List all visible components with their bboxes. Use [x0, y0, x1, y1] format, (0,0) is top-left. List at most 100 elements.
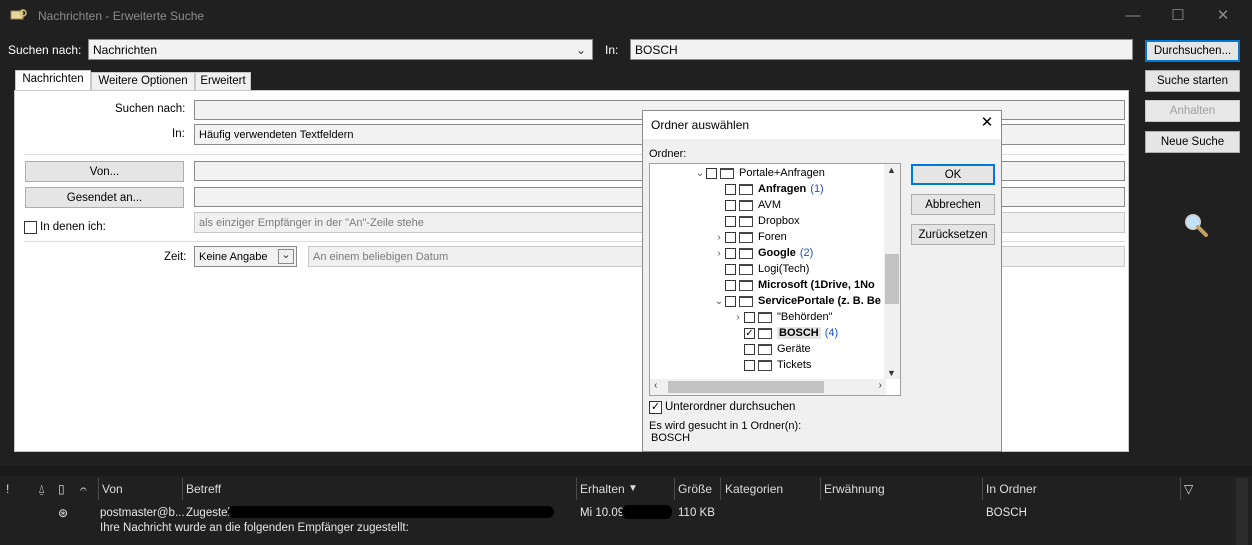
folder-name: Tickets	[777, 359, 812, 371]
subfolders-checkbox[interactable]: ✓	[649, 401, 662, 414]
tab-weitere-optionen[interactable]: Weitere Optionen	[91, 72, 195, 91]
folder-icon	[739, 231, 753, 243]
search-status: Es wird gesucht in 1 Ordner(n):	[649, 420, 802, 432]
folder-checkbox[interactable]	[725, 263, 736, 275]
chevron-down-icon: ⌄	[278, 249, 294, 264]
ok-button[interactable]: OK	[911, 164, 995, 185]
folder-checkbox[interactable]	[725, 247, 736, 259]
folder-item[interactable]: Anfragen (1)	[713, 181, 824, 197]
scroll-up-icon[interactable]: ▲	[887, 165, 896, 175]
chevron-down-icon[interactable]: ⌄	[694, 168, 706, 179]
document-icon[interactable]: ▯	[58, 482, 65, 496]
scroll-thumb[interactable]	[668, 381, 824, 393]
folder-item[interactable]: Tickets	[732, 357, 811, 373]
col-size[interactable]: Größe	[678, 482, 712, 496]
attachment-icon[interactable]: 𝄐	[80, 482, 87, 497]
minimize-icon[interactable]: —	[1118, 6, 1148, 26]
search-for-label: Suchen nach:	[8, 43, 82, 57]
folder-name: Microsoft (1Drive, 1No	[758, 279, 875, 291]
folder-name: AVM	[758, 199, 782, 211]
scroll-down-icon[interactable]: ▼	[887, 368, 896, 378]
chevron-right-icon[interactable]: ›	[713, 248, 725, 259]
folder-name: Geräte	[777, 343, 811, 355]
search-for-value: Nachrichten	[93, 43, 158, 57]
folder-tree[interactable]: ⌄ Portale+Anfragen Anfragen (1) AVM Dropbox › F…	[649, 163, 901, 396]
chevron-down-icon[interactable]: ⌄	[713, 296, 725, 307]
col-folder[interactable]: In Ordner	[986, 482, 1037, 496]
folder-checkbox[interactable]	[725, 279, 736, 291]
col-separator	[820, 478, 821, 500]
col-separator	[98, 478, 99, 500]
folder-name: Foren	[758, 231, 787, 243]
vertical-scrollbar[interactable]	[1236, 478, 1248, 545]
separator	[0, 466, 1252, 476]
folder-icon	[720, 167, 734, 179]
horizontal-scrollbar[interactable]: ‹ ›	[650, 379, 886, 395]
close-icon[interactable]: ✕	[978, 114, 996, 132]
folder-name: ServicePortale (z. B. Be	[758, 295, 881, 307]
col-received[interactable]: Erhalten	[580, 482, 625, 496]
dialog-title: Ordner auswählen	[651, 118, 750, 132]
reminder-icon[interactable]: ⍙	[38, 482, 45, 497]
scroll-left-icon[interactable]: ‹	[654, 380, 657, 391]
search-envelope-icon	[10, 8, 28, 22]
folder-checkbox[interactable]: ✓	[744, 327, 755, 339]
delivered-icon: ⊛	[58, 506, 69, 520]
row-from: postmaster@b...	[100, 507, 185, 519]
chevron-right-icon[interactable]: ›	[713, 232, 725, 243]
folder-item[interactable]: ⌄ Portale+Anfragen	[694, 165, 825, 181]
cancel-button[interactable]: Abbrechen	[911, 194, 995, 215]
scroll-right-icon[interactable]: ›	[879, 380, 882, 391]
folder-item[interactable]: Microsoft (1Drive, 1No	[713, 277, 875, 293]
start-search-button[interactable]: Suche starten	[1145, 70, 1240, 92]
maximize-icon[interactable]: ☐	[1163, 6, 1193, 26]
folder-item[interactable]: ⌄ ServicePortale (z. B. Be	[713, 293, 881, 309]
folder-checkbox[interactable]	[725, 199, 736, 211]
folder-item[interactable]: › "Behörden"	[732, 309, 832, 325]
folder-checkbox[interactable]	[744, 311, 755, 323]
folder-checkbox[interactable]	[725, 183, 736, 195]
stop-button[interactable]: Anhalten	[1145, 100, 1240, 122]
folder-checkbox[interactable]	[744, 343, 755, 355]
col-separator	[720, 478, 721, 500]
tab-nachrichten[interactable]: Nachrichten	[15, 70, 91, 91]
col-separator	[674, 478, 675, 500]
new-search-button[interactable]: Neue Suche	[1145, 131, 1240, 153]
folder-item[interactable]: Logi(Tech)	[713, 261, 809, 277]
folder-checkbox[interactable]	[744, 359, 755, 371]
col-mention[interactable]: Erwähnung	[824, 482, 885, 496]
sent-to-button[interactable]: Gesendet an...	[25, 187, 184, 208]
col-subject[interactable]: Betreff	[186, 482, 221, 496]
search-for-select[interactable]: Nachrichten ⌄	[88, 39, 593, 60]
where-i-checkbox[interactable]	[24, 221, 37, 234]
folder-icon	[758, 327, 772, 339]
time-select[interactable]: Keine Angabe ⌄	[194, 246, 297, 267]
folder-icon	[739, 183, 753, 195]
reset-button[interactable]: Zurücksetzen	[911, 224, 995, 245]
folder-item[interactable]: Dropbox	[713, 213, 800, 229]
redaction	[228, 506, 554, 518]
folder-checkbox[interactable]	[725, 231, 736, 243]
folder-item[interactable]: ✓ BOSCH (4)	[732, 325, 838, 341]
folder-item[interactable]: › Foren	[713, 229, 787, 245]
folder-checkbox[interactable]	[706, 167, 717, 179]
folder-item[interactable]: AVM	[713, 197, 781, 213]
tab-erweitert[interactable]: Erweitert	[195, 72, 251, 91]
col-separator	[982, 478, 983, 500]
filter-icon[interactable]: ▽	[1184, 482, 1193, 496]
search-status-folder: BOSCH	[651, 432, 691, 444]
folder-checkbox[interactable]	[725, 295, 736, 307]
browse-button[interactable]: Durchsuchen...	[1145, 40, 1240, 62]
in-field[interactable]: BOSCH	[630, 39, 1133, 60]
folder-item[interactable]: Geräte	[732, 341, 811, 357]
scroll-thumb[interactable]	[885, 254, 899, 304]
col-categories[interactable]: Kategorien	[725, 482, 783, 496]
close-icon[interactable]: ✕	[1208, 6, 1238, 26]
chevron-right-icon[interactable]: ›	[732, 312, 744, 323]
col-importance[interactable]: !	[6, 482, 9, 496]
folder-item[interactable]: › Google (2)	[713, 245, 813, 261]
vertical-scrollbar[interactable]: ▲ ▼	[884, 164, 900, 379]
folder-checkbox[interactable]	[725, 215, 736, 227]
from-button[interactable]: Von...	[25, 161, 184, 182]
col-from[interactable]: Von	[102, 482, 123, 496]
